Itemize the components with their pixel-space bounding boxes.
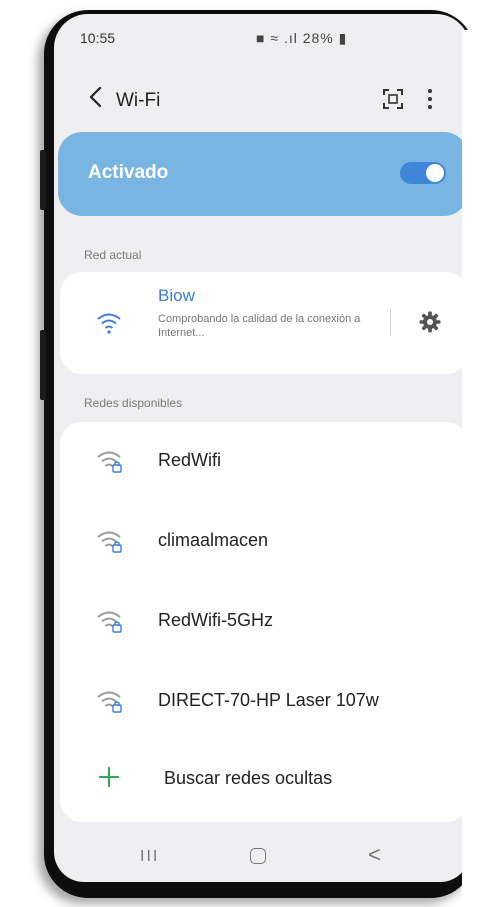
phone-side-button [40, 330, 46, 400]
wifi-locked-icon [97, 451, 122, 473]
notification-icon: ■ [256, 30, 266, 46]
qr-scan-icon[interactable] [382, 88, 404, 110]
wifi-toggle-card[interactable]: Activado [58, 132, 468, 216]
network-name: climaalmacen [158, 530, 269, 550]
network-row[interactable]: RedWifi-5GHz [60, 582, 468, 662]
nav-back-button[interactable]: < [368, 842, 381, 868]
plus-icon [98, 766, 120, 788]
wifi-signal-icon [97, 313, 121, 334]
network-name: RedWifi [158, 450, 222, 470]
switch-knob [426, 164, 444, 182]
available-networks-card: RedWifi climaalmacen RedWifi-5GHz DIRECT… [60, 422, 468, 822]
status-time: 10:55 [80, 30, 116, 46]
wifi-toggle-label: Activado [88, 162, 169, 183]
signal-icon: .ıl [283, 30, 298, 46]
more-options-icon[interactable] [424, 86, 436, 112]
status-indicators: ■ ≈ .ıl 28% ▮ [256, 30, 347, 47]
current-network-name: Biow [158, 286, 195, 305]
wifi-switch[interactable] [400, 162, 446, 184]
gear-icon[interactable] [418, 310, 442, 334]
network-row[interactable]: climaalmacen [60, 502, 468, 582]
network-row[interactable]: RedWifi [60, 422, 468, 502]
current-network-status: Comprobando la calidad de la conexión a … [158, 313, 361, 339]
battery-percent: 28% [302, 30, 334, 46]
wifi-locked-icon [97, 691, 122, 713]
wifi-locked-icon [97, 531, 122, 553]
app-bar: Wi-Fi [54, 74, 470, 124]
current-network-section-title: Red actual [84, 248, 142, 262]
current-network-card[interactable]: Biow Comprobando la calidad de la conexi… [60, 272, 468, 374]
status-bar: 10:55 ■ ≈ .ıl 28% ▮ [54, 14, 470, 58]
page-edge [462, 30, 479, 907]
network-row[interactable]: DIRECT-70-HP Laser 107w [60, 662, 468, 742]
phone-screen: 10:55 ■ ≈ .ıl 28% ▮ Wi-Fi Activado Red a… [54, 14, 470, 882]
back-arrow-icon[interactable] [84, 82, 108, 112]
wifi-status-icon: ≈ [270, 30, 280, 46]
hidden-networks-label: Buscar redes ocultas [164, 768, 333, 788]
wifi-locked-icon [97, 611, 122, 633]
navigation-bar: III < [54, 834, 470, 882]
battery-icon: ▮ [338, 30, 348, 46]
available-networks-section-title: Redes disponibles [84, 396, 183, 410]
divider [390, 308, 391, 336]
recent-apps-button[interactable]: III [140, 848, 159, 866]
hidden-networks-row[interactable]: Buscar redes ocultas [60, 740, 468, 820]
network-name: RedWifi-5GHz [158, 610, 274, 630]
page-title: Wi-Fi [116, 90, 161, 111]
phone-side-button [40, 150, 46, 210]
network-name: DIRECT-70-HP Laser 107w [158, 690, 379, 710]
home-button[interactable] [250, 848, 266, 864]
